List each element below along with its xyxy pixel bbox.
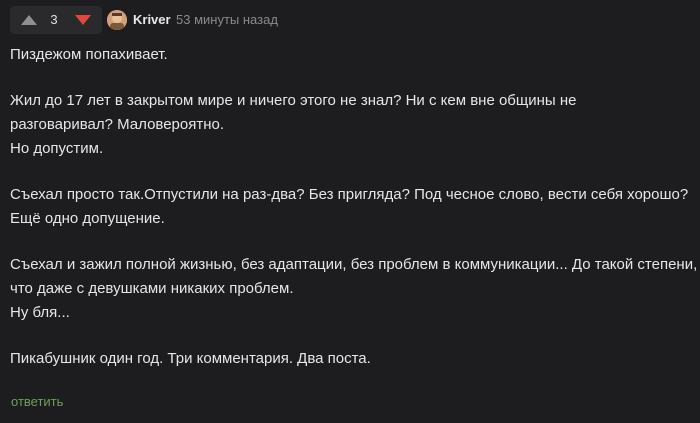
- comment-timestamp[interactable]: 53 минуты назад: [176, 12, 278, 28]
- comment: 3 Kriver 53 минуты назад Пиздежом попахи…: [0, 0, 700, 423]
- avatar-image: [107, 10, 127, 30]
- comment-line: Пикабушник один год. Три комментария. Дв…: [10, 350, 371, 367]
- comment-line: Ну бля...: [10, 304, 70, 321]
- upvote-icon[interactable]: [18, 13, 40, 27]
- comment-body: Пиздежом попахивает. Жил до 17 лет в зак…: [10, 43, 698, 371]
- comment-line: Ещё одно допущение.: [10, 210, 165, 227]
- comment-line: Съехал просто так.Отпустили на раз-два? …: [10, 186, 689, 203]
- comment-line: Съехал и зажил полной жизнью, без адапта…: [10, 256, 698, 273]
- reply-link[interactable]: ответить: [11, 394, 63, 410]
- vote-count: 3: [50, 12, 58, 27]
- comment-line: что даже с девушками никаких проблем.: [10, 280, 294, 297]
- author-name[interactable]: Kriver: [133, 12, 171, 28]
- comment-line: разговаривал? Маловероятно.: [10, 116, 225, 133]
- comment-header: 3 Kriver 53 минуты назад: [0, 0, 700, 40]
- comment-line: Жил до 17 лет в закрытом мире и ничего э…: [10, 92, 577, 109]
- comment-line: Пиздежом попахивает.: [10, 46, 168, 63]
- downvote-icon[interactable]: [72, 13, 94, 27]
- comment-line: Но допустим.: [10, 140, 104, 157]
- avatar[interactable]: [107, 10, 127, 30]
- vote-box: 3: [10, 6, 102, 34]
